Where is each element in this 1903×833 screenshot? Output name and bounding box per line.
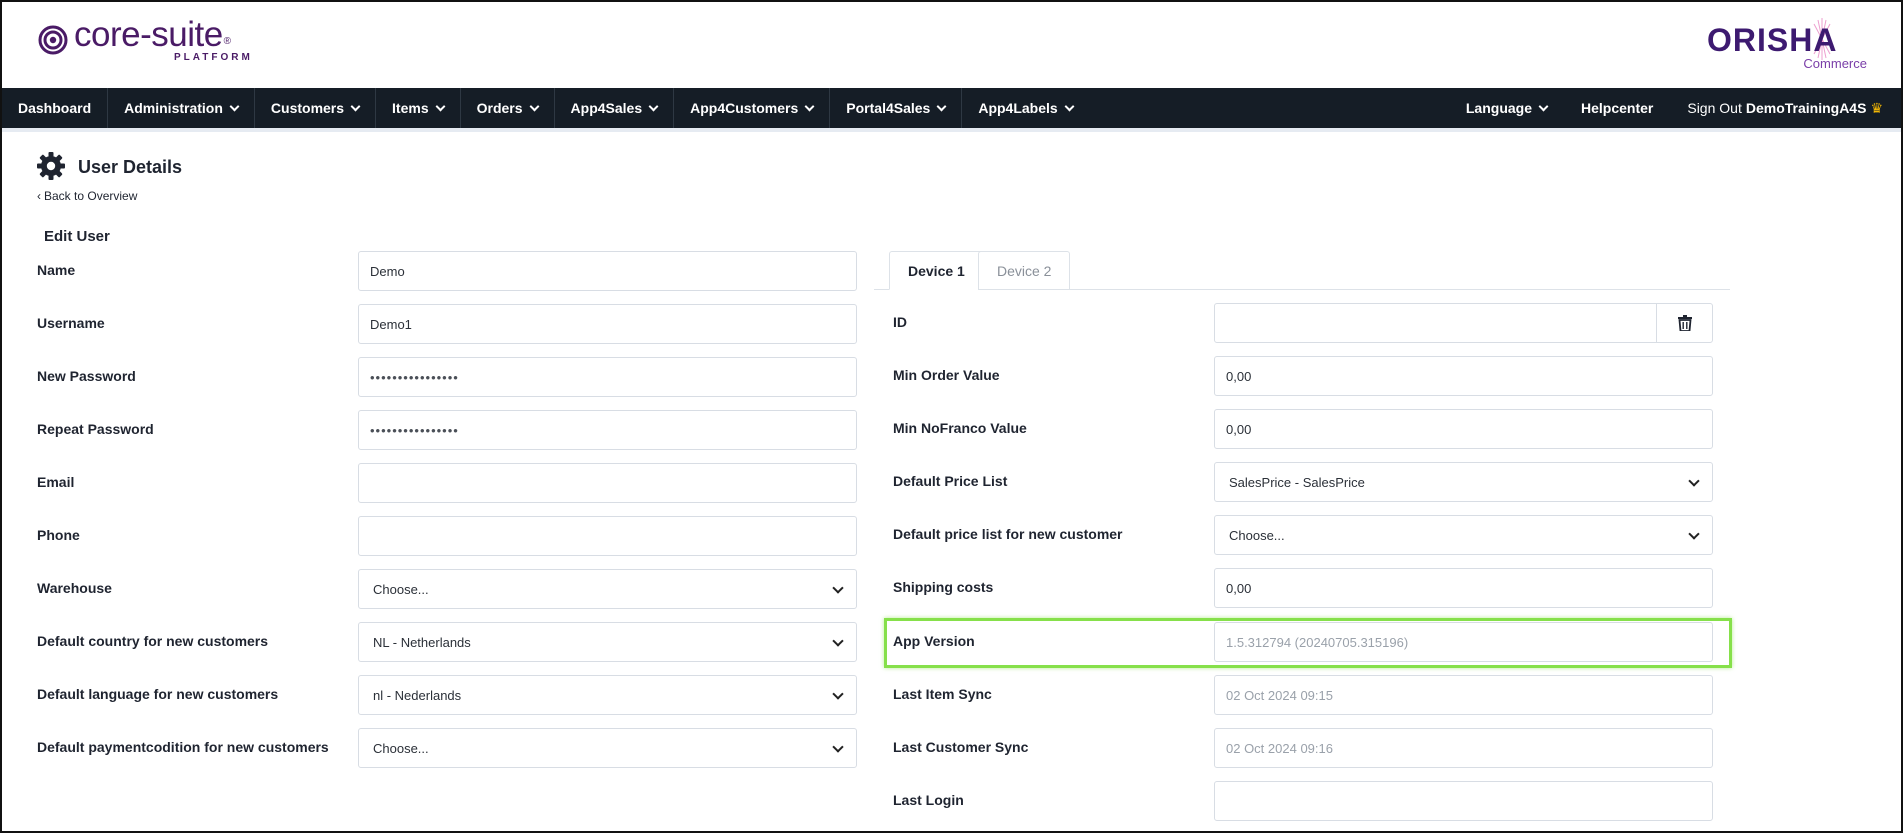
min-order-value-label: Min Order Value (893, 367, 1000, 383)
nav-divider (2, 128, 1901, 132)
nav-app4sales-label: App4Sales (570, 100, 643, 116)
chevron-down-icon (529, 101, 539, 111)
sign-out-label: Sign Out (1687, 100, 1742, 116)
tab-device-1[interactable]: Device 1 (889, 251, 984, 290)
phone-field[interactable] (358, 516, 857, 556)
new-password-label: New Password (37, 368, 136, 384)
repeat-password-field[interactable]: •••••••••••••••• (358, 410, 857, 450)
gear-icon (37, 152, 65, 180)
nav-dashboard-label: Dashboard (18, 100, 92, 116)
chevron-down-icon (435, 101, 446, 111)
min-order-value-field[interactable]: 0,00 (1214, 356, 1713, 396)
registered-mark: ® (223, 36, 232, 47)
new-password-field[interactable]: •••••••••••••••• (358, 357, 857, 397)
default-price-list-new-customer-select[interactable]: Choose... (1214, 515, 1713, 555)
nav-items[interactable]: Items (376, 88, 461, 128)
core-suite-logo-icon (38, 25, 68, 55)
nav-administration-label: Administration (124, 100, 223, 116)
app-version-highlight (884, 618, 1732, 668)
back-to-overview-link[interactable]: ‹ Back to Overview (37, 189, 137, 203)
email-label: Email (37, 474, 75, 490)
nav-app4labels-label: App4Labels (978, 100, 1058, 116)
nav-helpcenter-label: Helpcenter (1581, 100, 1654, 116)
last-customer-sync-label: Last Customer Sync (893, 739, 1029, 755)
orisha-wordmark: ORISHA (1707, 22, 1838, 58)
last-item-sync-field: 02 Oct 2024 09:15 (1214, 675, 1713, 715)
nav-app4sales[interactable]: App4Sales (555, 88, 675, 128)
default-price-list-label: Default Price List (893, 473, 1008, 489)
last-login-field (1214, 781, 1713, 821)
core-suite-logo[interactable]: core-suite® PLATFORM (38, 16, 253, 63)
nav-app4customers[interactable]: App4Customers (674, 88, 831, 128)
name-label: Name (37, 262, 76, 278)
warehouse-select[interactable]: Choose... (358, 569, 857, 609)
nav-language-label: Language (1465, 100, 1532, 116)
chevron-down-icon (936, 101, 947, 111)
chevron-left-icon: ‹ (37, 189, 41, 203)
warehouse-label: Warehouse (37, 580, 112, 596)
default-country-select[interactable]: NL - Netherlands (358, 622, 857, 662)
repeat-password-label: Repeat Password (37, 421, 154, 437)
nav-items-label: Items (392, 100, 429, 116)
last-login-label: Last Login (893, 792, 964, 808)
delete-device-button[interactable] (1656, 303, 1713, 343)
nav-customers-label: Customers (270, 100, 345, 116)
nav-dashboard[interactable]: Dashboard (2, 88, 109, 128)
nav-helpcenter[interactable]: Helpcenter (1564, 88, 1670, 128)
username-field[interactable]: Demo1 (358, 304, 857, 344)
default-price-list-select[interactable]: SalesPrice - SalesPrice (1214, 462, 1713, 502)
crown-icon: ♛ (1870, 99, 1883, 116)
default-language-select[interactable]: nl - Nederlands (358, 675, 857, 715)
default-language-label: Default language for new customers (37, 686, 279, 702)
orisha-logo[interactable]: ORISHA Commerce (1707, 18, 1867, 72)
email-field[interactable] (358, 463, 857, 503)
shipping-costs-label: Shipping costs (893, 579, 994, 595)
phone-label: Phone (37, 527, 80, 543)
brand-bar: core-suite® PLATFORM ORISHA Commerce (0, 0, 1903, 88)
id-field[interactable] (1214, 303, 1657, 343)
nav-orders[interactable]: Orders (461, 88, 555, 128)
last-item-sync-label: Last Item Sync (893, 686, 992, 702)
chevron-down-icon (350, 101, 361, 111)
nav-administration[interactable]: Administration (108, 88, 255, 128)
core-suite-wordmark: core-suite (74, 15, 223, 54)
username-label: Username (37, 315, 105, 331)
default-paymentcondition-select[interactable]: Choose... (358, 728, 857, 768)
default-country-label: Default country for new customers (37, 633, 269, 649)
min-nofranco-value-label: Min NoFranco Value (893, 420, 1027, 436)
chevron-down-icon (1538, 101, 1549, 111)
back-link-label: Back to Overview (44, 189, 138, 203)
trash-icon (1677, 315, 1692, 331)
tab-device-2[interactable]: Device 2 (978, 251, 1071, 290)
page-title: User Details (78, 157, 183, 177)
chevron-down-icon (229, 101, 240, 111)
last-customer-sync-field: 02 Oct 2024 09:16 (1214, 728, 1713, 768)
nav-app4labels[interactable]: App4Labels (962, 88, 1088, 128)
min-nofranco-value-field[interactable]: 0,00 (1214, 409, 1713, 449)
main-nav: Dashboard Administration Customers Items… (2, 88, 1901, 128)
chevron-down-icon (804, 101, 815, 111)
default-paymentcondition-label: Default paymentcodition for new customer… (37, 739, 329, 755)
nav-orders-label: Orders (476, 100, 523, 116)
chevron-down-icon (648, 101, 659, 111)
nav-app4customers-label: App4Customers (690, 100, 799, 116)
nav-portal4sales-label: Portal4Sales (846, 100, 931, 116)
name-field[interactable]: Demo (358, 251, 857, 291)
nav-portal4sales[interactable]: Portal4Sales (830, 88, 963, 128)
nav-sign-out[interactable]: Sign Out DemoTrainingA4S ♛ (1670, 88, 1901, 128)
orisha-subtitle: Commerce (1803, 56, 1867, 71)
current-user-name: DemoTrainingA4S (1745, 100, 1867, 116)
chevron-down-icon (1064, 101, 1075, 111)
id-label: ID (893, 314, 907, 330)
nav-customers[interactable]: Customers (255, 88, 377, 128)
core-suite-subtitle: PLATFORM (174, 52, 253, 63)
section-title: Edit User (44, 228, 110, 245)
nav-language[interactable]: Language (1449, 88, 1564, 128)
default-price-list-new-customer-label: Default price list for new customer (893, 526, 1123, 542)
shipping-costs-field[interactable]: 0,00 (1214, 568, 1713, 608)
